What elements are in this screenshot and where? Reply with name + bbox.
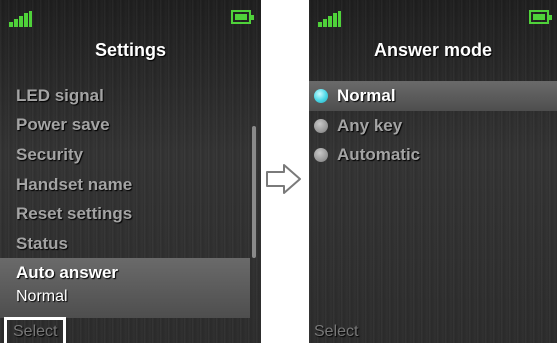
menu-item-security[interactable]: Security <box>0 140 250 170</box>
menu-item-reset-settings[interactable]: Reset settings <box>0 199 250 229</box>
answer-mode-screen: Answer mode Normal Any key Automatic Sel… <box>309 0 557 343</box>
radio-unselected-icon <box>314 119 328 133</box>
radio-unselected-icon <box>314 148 328 162</box>
option-automatic[interactable]: Automatic <box>309 140 557 170</box>
select-softkey[interactable]: Select <box>314 323 358 341</box>
scrollbar[interactable] <box>252 126 256 258</box>
settings-screen: Settings LED signal Power save Security … <box>0 0 261 343</box>
menu-item-value: Normal <box>16 288 68 305</box>
page-title: Settings <box>94 40 166 60</box>
battery-icon <box>231 10 254 24</box>
option-normal[interactable]: Normal <box>309 81 557 111</box>
menu-item-led-signal[interactable]: LED signal <box>0 81 250 111</box>
select-softkey[interactable]: Select <box>13 323 57 341</box>
option-label: Any key <box>337 116 403 135</box>
signal-strength-icon <box>318 11 342 27</box>
menu-item-label: Auto answer <box>16 263 119 282</box>
option-label: Automatic <box>337 145 421 164</box>
option-label: Normal <box>337 86 396 105</box>
radio-selected-icon <box>314 89 328 103</box>
menu-item-power-save[interactable]: Power save <box>0 110 250 140</box>
menu-item-status[interactable]: Status <box>0 229 250 259</box>
page-title: Answer mode <box>373 40 493 60</box>
menu-item-handset-name[interactable]: Handset name <box>0 170 250 200</box>
option-any-key[interactable]: Any key <box>309 111 557 141</box>
menu-item-auto-answer[interactable]: Auto answer Normal <box>0 258 250 318</box>
battery-icon <box>529 10 552 24</box>
signal-strength-icon <box>9 11 33 27</box>
right-arrow-icon <box>266 164 301 194</box>
